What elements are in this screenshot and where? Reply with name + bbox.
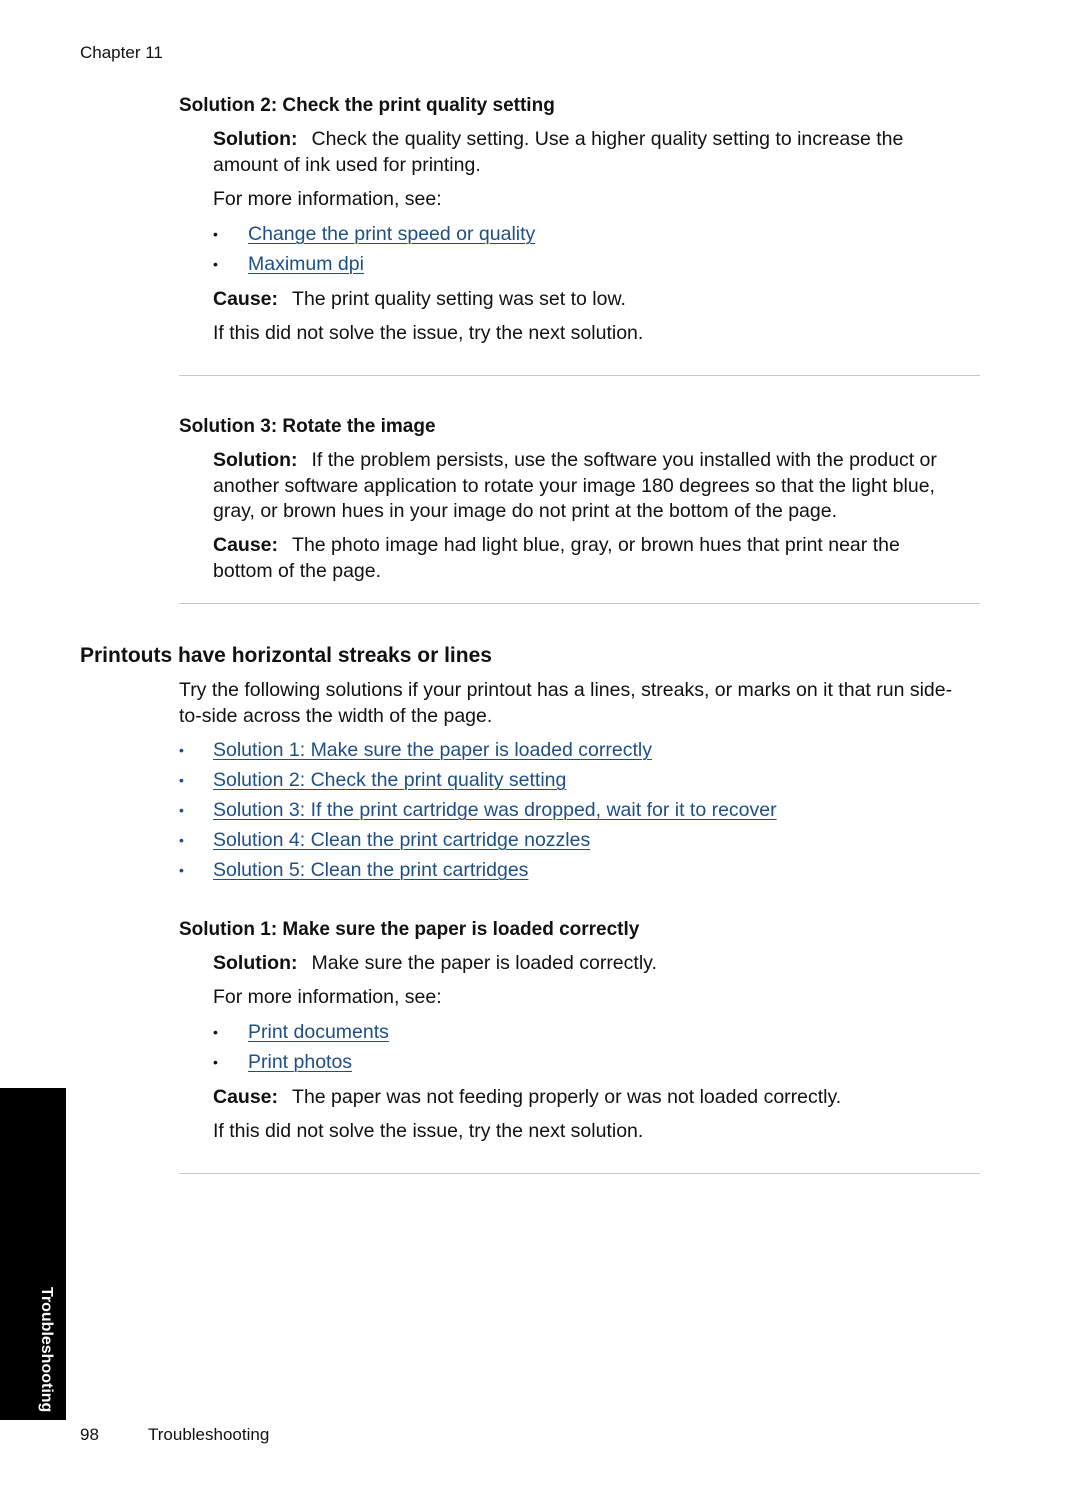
cause-text: The print quality setting was set to low… <box>292 288 626 310</box>
side-tab-label: Troubleshooting <box>38 1286 55 1412</box>
cause-paragraph: Cause: The paper was not feeding properly… <box>213 1085 841 1111</box>
link-solution-5[interactable]: Solution 5: Clean the print cartridges <box>213 858 528 883</box>
link-solution-1[interactable]: Solution 1: Make sure the paper is loade… <box>213 738 652 763</box>
solution-text-cont: amount of ink used for printing. <box>213 153 481 176</box>
intro-text: Try the following solutions if your prin… <box>179 679 953 701</box>
cause-text-cont: bottom of the page. <box>213 559 382 582</box>
solution-paragraph: Solution: Make sure the paper is loaded c… <box>213 951 657 977</box>
solution-paragraph: Solution: Check the quality setting. Use … <box>213 127 993 178</box>
solution-text-cont: gray, or brown hues in your image do not… <box>213 500 838 522</box>
link-print-photos[interactable]: Print photos <box>248 1050 352 1075</box>
bullet-icon: • <box>213 1054 218 1070</box>
cause-text: The paper was not feeding properly or wa… <box>292 1086 842 1108</box>
cause-label: Cause: <box>213 534 279 556</box>
section-heading: Solution 3: Rotate the image <box>179 416 436 437</box>
bullet-icon: • <box>213 256 218 272</box>
next-solution-text: If this did not solve the issue, try the… <box>213 322 644 344</box>
divider <box>179 603 980 604</box>
list-item: • Solution 3: If the print cartridge was … <box>179 798 777 823</box>
solution-paragraph: Solution: If the problem persists, use th… <box>213 448 1013 525</box>
cause-paragraph: Cause: The print quality setting was set … <box>213 287 626 313</box>
solution-label: Solution: <box>213 449 298 471</box>
cause-label: Cause: <box>213 1086 279 1108</box>
solution-text: Make sure the paper is loaded correctly. <box>311 952 657 974</box>
more-info-text: For more information, see: <box>213 986 442 1008</box>
list-item: • Print photos <box>213 1050 389 1075</box>
list-item: • Solution 4: Clean the print cartridge n… <box>179 828 777 853</box>
topic-heading: Printouts have horizontal streaks or lin… <box>80 644 492 667</box>
solution-label: Solution: <box>213 128 298 150</box>
bullet-icon: • <box>179 832 184 848</box>
bullet-icon: • <box>179 862 184 878</box>
link-list: • Change the print speed or quality • Maxi… <box>213 222 535 277</box>
next-solution-text: If this did not solve the issue, try the… <box>213 1120 644 1142</box>
list-item: • Solution 2: Check the print quality set… <box>179 768 777 793</box>
section-side-tab: Troubleshooting <box>0 1088 66 1420</box>
bullet-icon: • <box>179 802 184 818</box>
page-number: 98 <box>80 1425 99 1444</box>
more-info-text: For more information, see: <box>213 188 442 210</box>
intro-text-cont: to-side across the width of the page. <box>179 704 493 727</box>
chapter-header: Chapter 11 <box>80 43 163 62</box>
bullet-icon: • <box>179 742 184 758</box>
footer-section-title: Troubleshooting <box>148 1425 270 1444</box>
bullet-icon: • <box>213 1024 218 1040</box>
link-list: • Print documents • Print photos <box>213 1020 389 1075</box>
link-change-print-speed[interactable]: Change the print speed or quality <box>248 222 535 247</box>
list-item: • Maximum dpi <box>213 252 535 277</box>
link-solution-4[interactable]: Solution 4: Clean the print cartridge no… <box>213 828 590 853</box>
list-item: • Solution 5: Clean the print cartridges <box>179 858 777 883</box>
list-item: • Print documents <box>213 1020 389 1045</box>
solutions-link-list: • Solution 1: Make sure the paper is load… <box>179 738 777 883</box>
cause-paragraph: Cause: The photo image had light blue, gr… <box>213 533 1013 584</box>
cause-text: The photo image had light blue, gray, or… <box>292 534 900 556</box>
divider <box>179 375 980 376</box>
solution-text: Check the quality setting. Use a higher … <box>311 128 904 150</box>
solution-text: If the problem persists, use the softwar… <box>311 449 937 471</box>
list-item: • Change the print speed or quality <box>213 222 535 247</box>
link-solution-3[interactable]: Solution 3: If the print cartridge was d… <box>213 798 777 823</box>
solution-text-cont: another software application to rotate y… <box>213 474 935 497</box>
bullet-icon: • <box>179 772 184 788</box>
section-heading: Solution 1: Make sure the paper is loade… <box>179 919 640 940</box>
side-tab-label-wrap: Troubleshooting <box>0 1088 66 1420</box>
link-print-documents[interactable]: Print documents <box>248 1020 389 1045</box>
intro-paragraph: Try the following solutions if your prin… <box>179 678 999 729</box>
link-solution-2[interactable]: Solution 2: Check the print quality sett… <box>213 768 566 793</box>
section-heading: Solution 2: Check the print quality sett… <box>179 95 555 116</box>
cause-label: Cause: <box>213 288 279 310</box>
link-maximum-dpi[interactable]: Maximum dpi <box>248 252 364 277</box>
divider <box>179 1173 980 1174</box>
bullet-icon: • <box>213 226 218 242</box>
list-item: • Solution 1: Make sure the paper is load… <box>179 738 777 763</box>
solution-label: Solution: <box>213 952 298 974</box>
